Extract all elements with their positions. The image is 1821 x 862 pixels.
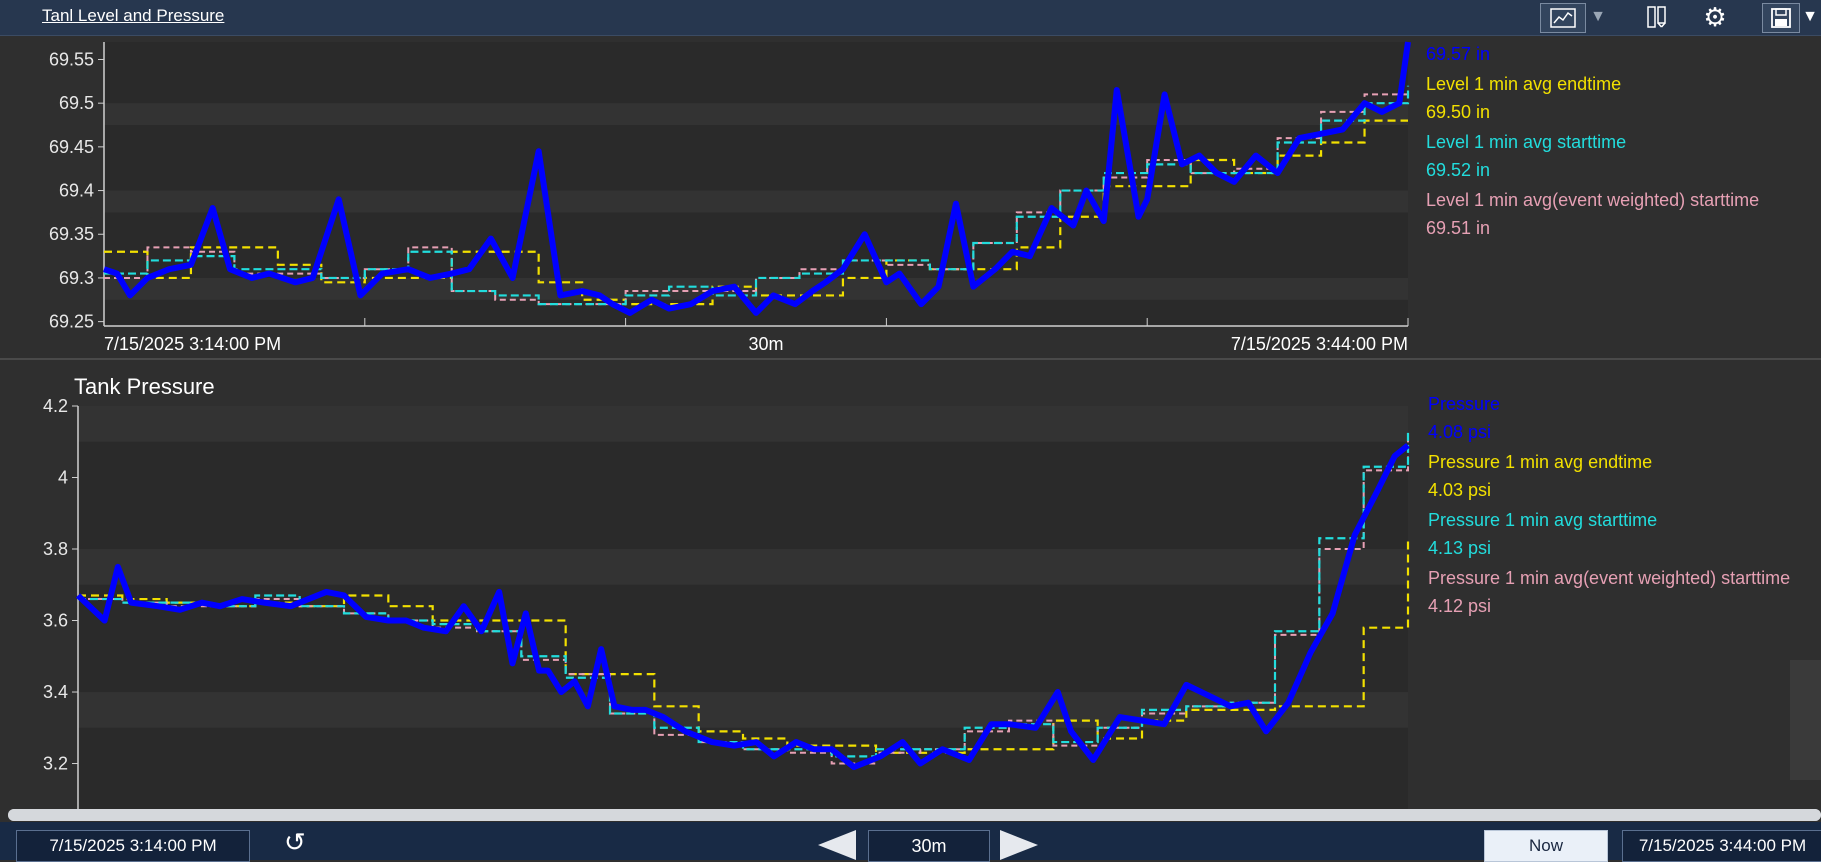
legend-name: Level 1 min avg endtime bbox=[1426, 74, 1621, 94]
legend-value: 4.13 psi bbox=[1428, 538, 1491, 558]
trend-chart-button[interactable] bbox=[1540, 3, 1586, 33]
legend-value: 69.51 in bbox=[1426, 218, 1490, 238]
y-tick-label: 3.2 bbox=[43, 754, 68, 774]
y-tick-label: 69.25 bbox=[49, 312, 94, 332]
legend-value: 69.52 in bbox=[1426, 160, 1490, 180]
y-tick-label: 3.8 bbox=[43, 539, 68, 559]
trend-charts-svg: 69.25 69.3 69.35 69.4 69.45 69.5 69.55 7/15/202… bbox=[0, 41, 1821, 810]
y-tick-label: 69.55 bbox=[49, 49, 94, 69]
y-tick-label: 69.4 bbox=[59, 181, 94, 201]
legend-value: 4.03 psi bbox=[1428, 480, 1491, 500]
y-tick-label: 4.2 bbox=[43, 396, 68, 416]
arrow-left-icon[interactable] bbox=[818, 830, 856, 860]
horizontal-scrollbar-thumb[interactable] bbox=[8, 809, 1821, 821]
panel-divider bbox=[0, 358, 1821, 360]
y-tick-label: 69.45 bbox=[49, 137, 94, 157]
columns-button[interactable] bbox=[1640, 3, 1674, 31]
now-button[interactable]: Now bbox=[1484, 830, 1608, 862]
grid-band bbox=[104, 190, 1408, 213]
duration-field[interactable]: 30m bbox=[868, 830, 990, 862]
end-time-field[interactable]: 7/15/2025 3:44:00 PM bbox=[1622, 830, 1821, 862]
top-toolbar: Tanl Level and Pressure ▼ ⚙ ▼ bbox=[0, 0, 1821, 36]
legend-value: 69.57 in bbox=[1426, 44, 1490, 64]
legend-scrollbar[interactable] bbox=[1790, 660, 1821, 780]
save-caret-down-icon[interactable]: ▼ bbox=[1800, 3, 1820, 31]
legend-name: Pressure 1 min avg starttime bbox=[1428, 510, 1657, 530]
legend-value: 4.08 psi bbox=[1428, 422, 1491, 442]
grid-band bbox=[104, 103, 1408, 126]
chart-title: Tank Pressure bbox=[74, 374, 215, 399]
arrow-right-icon[interactable] bbox=[1000, 830, 1038, 860]
legend-value: 4.12 psi bbox=[1428, 596, 1491, 616]
y-tick-label: 69.3 bbox=[59, 268, 94, 288]
start-time-field[interactable]: 7/15/2025 3:14:00 PM bbox=[16, 830, 250, 862]
y-tick-label: 3.4 bbox=[43, 682, 68, 702]
y-tick-label: 3.6 bbox=[43, 611, 68, 631]
legend-name: Level 1 min avg starttime bbox=[1426, 132, 1626, 152]
x-label-end: 7/15/2025 3:44:00 PM bbox=[1231, 334, 1408, 354]
grid-band bbox=[78, 549, 1408, 585]
trend-chart-icon bbox=[1550, 8, 1576, 28]
save-icon bbox=[1771, 8, 1791, 28]
chart-panel-1: 69.25 69.3 69.35 69.4 69.45 69.5 69.55 7/15/202… bbox=[49, 41, 1759, 354]
x-label-start: 7/15/2025 3:14:00 PM bbox=[104, 334, 281, 354]
horizontal-scrollbar[interactable] bbox=[8, 809, 1821, 821]
grid-band bbox=[78, 406, 1408, 442]
legend-name: Pressure bbox=[1428, 394, 1500, 414]
columns-icon bbox=[1647, 6, 1666, 28]
y-tick-label: 4 bbox=[58, 468, 68, 488]
reset-icon[interactable]: ↺ bbox=[284, 827, 306, 858]
plot-background bbox=[78, 406, 1408, 810]
display-title-link[interactable]: Tanl Level and Pressure bbox=[42, 6, 224, 26]
x-label-duration: 30m bbox=[748, 334, 783, 354]
legend-name: Pressure 1 min avg endtime bbox=[1428, 452, 1652, 472]
legend-name: Pressure 1 min avg(event weighted) start… bbox=[1428, 568, 1790, 588]
trend-area: 69.25 69.3 69.35 69.4 69.45 69.5 69.55 7/15/202… bbox=[0, 36, 1821, 810]
y-tick-label: 69.35 bbox=[49, 224, 94, 244]
y-tick-label: 69.5 bbox=[59, 93, 94, 113]
legend-name: Level 1 min avg(event weighted) starttim… bbox=[1426, 190, 1759, 210]
gear-icon[interactable]: ⚙ bbox=[1698, 2, 1732, 32]
legend-value: 69.50 in bbox=[1426, 102, 1490, 122]
caret-down-icon[interactable]: ▼ bbox=[1588, 3, 1608, 31]
time-bar: 7/15/2025 3:14:00 PM ↺ 30m Now 7/15/2025… bbox=[0, 822, 1821, 862]
chart-panel-2: 3.2 3.4 3.6 3.8 4 4.2 Tank Pressure Pressure 4.0… bbox=[43, 374, 1790, 810]
save-button[interactable] bbox=[1762, 3, 1800, 33]
